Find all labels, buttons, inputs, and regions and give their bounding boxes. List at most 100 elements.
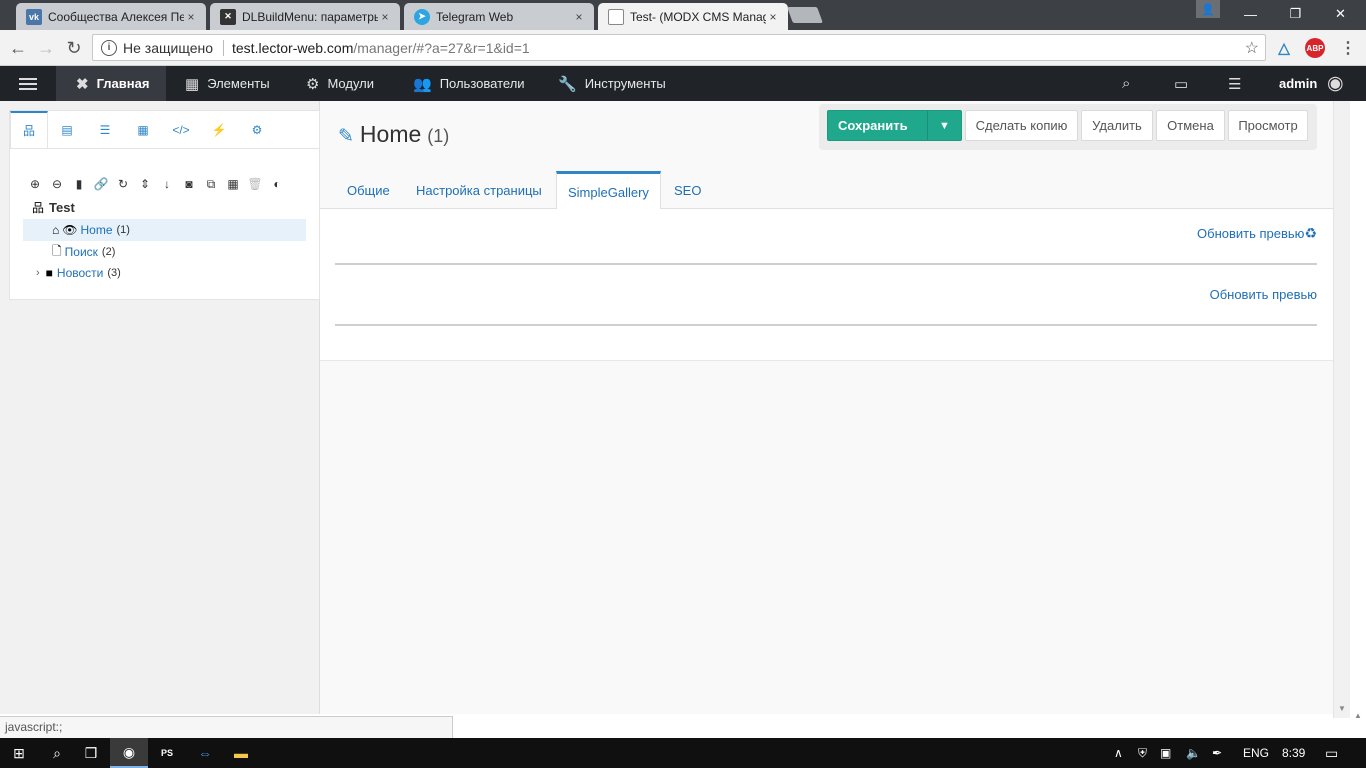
page-icon: [608, 8, 624, 25]
back-icon[interactable]: ←: [7, 37, 29, 59]
explorer-icon[interactable]: ▬: [222, 738, 260, 768]
shield-icon[interactable]: ⛨: [1138, 738, 1147, 768]
url-path: /manager/#?a=27&r=1&id=1: [353, 39, 530, 56]
sort-icon[interactable]: ⇕: [137, 177, 153, 191]
vk-icon: vk: [26, 8, 42, 25]
save-label: Сохранить: [838, 118, 908, 133]
new-document-icon[interactable]: ▮: [71, 177, 87, 191]
delete-button[interactable]: Удалить: [1081, 110, 1153, 141]
modx-topnav: ✖ Главная ▦ Элементы ⚙ Модули 👥 Пользова…: [0, 66, 1366, 101]
tab-page-settings[interactable]: Настройка страницы: [405, 171, 553, 209]
menu-toggle-icon[interactable]: [0, 66, 56, 101]
tree-tab-snippets[interactable]: </>: [162, 111, 200, 148]
chevron-right-icon[interactable]: ›: [36, 267, 40, 279]
task-view-icon[interactable]: ❒: [72, 738, 110, 768]
cancel-button[interactable]: Отмена: [1156, 110, 1225, 141]
network-icon[interactable]: ▣: [1160, 738, 1171, 768]
tab-simplegallery[interactable]: SimpleGallery: [556, 171, 661, 210]
minimize-icon[interactable]: —: [1228, 0, 1273, 28]
save-button[interactable]: Сохранить ▼: [827, 110, 962, 141]
trash-icon[interactable]: 🗑: [247, 177, 263, 191]
volume-icon[interactable]: 🔈: [1186, 738, 1201, 768]
grid-icon[interactable]: ▦: [225, 177, 241, 191]
language-indicator[interactable]: ENG: [1243, 738, 1269, 768]
tab-close-icon[interactable]: ×: [766, 10, 780, 24]
chrome-taskbar-icon[interactable]: ◉: [110, 738, 148, 768]
tree-node-search[interactable]: 🗋 Поиск (2): [52, 241, 115, 263]
nav-home[interactable]: ✖ Главная: [56, 66, 166, 101]
teamviewer-icon[interactable]: ⇔: [186, 738, 224, 768]
contrast-icon[interactable]: ◐: [269, 177, 285, 191]
window-close-icon[interactable]: ✕: [1318, 0, 1363, 28]
new-tab-button[interactable]: [787, 7, 823, 23]
camera-icon[interactable]: ◙: [181, 177, 197, 191]
tab-close-icon[interactable]: ×: [572, 10, 586, 24]
reload-icon[interactable]: ↻: [63, 37, 85, 59]
cogs-icon: ⚙: [306, 75, 320, 93]
sliders-icon[interactable]: ☰: [1228, 66, 1241, 101]
scroll-down-icon[interactable]: ▼: [1338, 704, 1346, 713]
refresh-preview-link-2[interactable]: Обновить превью: [1210, 287, 1317, 302]
tree-tab-modules[interactable]: ⚙: [238, 111, 276, 148]
phpstorm-icon[interactable]: PS: [148, 738, 186, 768]
tree-tab-chunks[interactable]: ▦: [124, 111, 162, 148]
nav-elements[interactable]: ▦ Элементы: [185, 66, 270, 101]
address-bar[interactable]: i Не защищено test.lector-web.com /manag…: [92, 34, 1266, 61]
tree-tab-tvs[interactable]: ☰: [86, 111, 124, 148]
copy-icon[interactable]: ⧉: [203, 177, 219, 191]
browser-tab-vk[interactable]: vk Сообщества Алексея Пе ×: [16, 3, 206, 30]
browser-tab-dlbuildmenu[interactable]: ✕ DLBuildMenu: параметры ×: [210, 3, 400, 30]
search-icon[interactable]: ⌕: [38, 738, 76, 768]
main-scrollbar[interactable]: ▼: [1333, 101, 1350, 718]
tray-chevron-icon[interactable]: ∧: [1114, 738, 1123, 768]
refresh-tree-icon[interactable]: ↻: [115, 177, 131, 191]
tab-seo[interactable]: SEO: [663, 171, 712, 209]
sort-order-icon[interactable]: ↓: [159, 177, 175, 191]
restore-icon[interactable]: ❐: [1273, 0, 1318, 28]
tree-node-label: Home: [80, 223, 113, 237]
forward-icon[interactable]: →: [35, 37, 57, 59]
tab-general[interactable]: Общие: [336, 171, 401, 209]
wrench-icon: 🔧: [558, 75, 577, 93]
refresh-preview-link[interactable]: Обновить превью♻: [1197, 225, 1317, 242]
new-weblink-icon[interactable]: 🔗: [93, 177, 109, 191]
tree-tab-sitemap[interactable]: 品: [10, 111, 48, 148]
notifications-icon[interactable]: ▭: [1325, 738, 1338, 768]
nav-tools[interactable]: 🔧 Инструменты: [558, 66, 666, 101]
monitor-icon[interactable]: ▭: [1174, 66, 1188, 101]
home-icon: ⌂: [52, 223, 60, 237]
nav-modules[interactable]: ⚙ Модули: [306, 66, 374, 101]
tree-root[interactable]: 品 Test: [32, 196, 75, 218]
adblock-icon[interactable]: ABP: [1305, 38, 1325, 58]
tree-tab-plugins[interactable]: ⚡: [200, 111, 238, 148]
chevron-down-icon[interactable]: ▼: [927, 111, 961, 140]
modx-icon: ✕: [220, 8, 236, 25]
chrome-menu-icon[interactable]: ⋮: [1338, 38, 1358, 58]
browser-tab-modx[interactable]: Test- (MODX CMS Manag ×: [598, 3, 788, 30]
bookmark-star-icon[interactable]: ☆: [1245, 38, 1259, 58]
duplicate-button[interactable]: Сделать копию: [965, 110, 1078, 141]
expand-all-icon[interactable]: ⊕: [27, 177, 43, 191]
tree-node-news[interactable]: › ■ Новости (3): [36, 262, 121, 284]
user-avatar-icon[interactable]: ◉: [1327, 66, 1344, 101]
windows-start-icon[interactable]: ⊞: [0, 738, 38, 768]
clock[interactable]: 8:39: [1282, 738, 1305, 768]
extension-triangle-icon[interactable]: △: [1274, 38, 1294, 58]
tree-node-home[interactable]: ⌂ 👁 Home (1): [23, 219, 306, 241]
collapse-all-icon[interactable]: ⊖: [49, 177, 65, 191]
tab-close-icon[interactable]: ×: [184, 10, 198, 24]
left-panel: 品 ▤ ☰ ▦ </> ⚡ ⚙ ⊕ ⊖ ▮ 🔗 ↻ ⇕ ↓ ◙ ⧉ ▦ 🗑 ◐ …: [0, 101, 320, 714]
tree-tab-templates[interactable]: ▤: [48, 111, 86, 148]
info-icon[interactable]: i: [101, 39, 117, 56]
tree-node-count: (3): [107, 267, 121, 279]
browser-tab-telegram[interactable]: ➤ Telegram Web ×: [404, 3, 594, 30]
username[interactable]: admin: [1279, 66, 1317, 101]
nav-users[interactable]: 👥 Пользователи: [413, 66, 525, 101]
search-icon[interactable]: ⌕: [1122, 66, 1130, 101]
pen-icon[interactable]: ✒: [1212, 738, 1222, 768]
page-title-id: (1): [427, 126, 450, 146]
scroll-up-icon[interactable]: ▲: [1354, 711, 1362, 720]
tab-close-icon[interactable]: ×: [378, 10, 392, 24]
profile-icon[interactable]: 👤: [1196, 0, 1220, 18]
view-button[interactable]: Просмотр: [1228, 110, 1308, 141]
